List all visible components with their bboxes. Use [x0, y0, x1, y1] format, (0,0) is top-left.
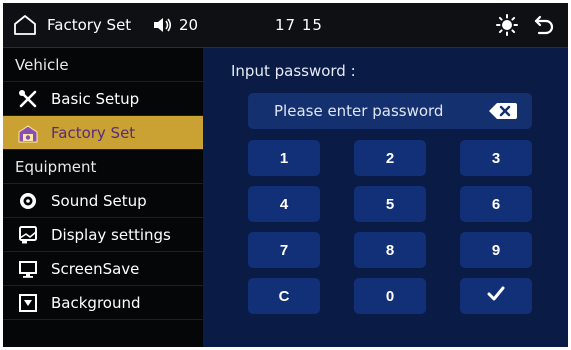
background-icon [17, 292, 39, 314]
keypad-key-3[interactable]: 3 [460, 140, 532, 176]
brightness-icon[interactable] [496, 3, 520, 47]
speaker-icon [17, 190, 39, 212]
keypad-key-1[interactable]: 1 [248, 140, 320, 176]
sidebar-item-factory-set[interactable]: Factory Set [3, 116, 203, 150]
sidebar-item-label: Background [51, 293, 141, 312]
sidebar-header-equipment: Equipment [3, 150, 203, 184]
password-field[interactable]: Please enter password [248, 93, 532, 129]
display-icon [17, 224, 39, 246]
sidebar-item-label: Factory Set [51, 123, 136, 142]
keypad-confirm-button[interactable] [460, 278, 532, 314]
password-placeholder: Please enter password [274, 102, 444, 120]
sidebar-item-label: Sound Setup [51, 191, 147, 210]
sidebar: Vehicle Basic Setup Factory Set Equipmen… [3, 48, 203, 347]
sidebar-item-screensave[interactable]: ScreenSave [3, 252, 203, 286]
backspace-icon[interactable] [488, 101, 518, 121]
keypad-key-clear[interactable]: C [248, 278, 320, 314]
keypad-key-8[interactable]: 8 [354, 232, 426, 268]
sidebar-item-label: Basic Setup [51, 89, 140, 108]
sidebar-item-sound-setup[interactable]: Sound Setup [3, 184, 203, 218]
keypad-key-5[interactable]: 5 [354, 186, 426, 222]
sidebar-header-label: Equipment [15, 157, 97, 176]
tools-icon [17, 88, 39, 110]
keypad-key-7[interactable]: 7 [248, 232, 320, 268]
checkmark-icon [487, 286, 505, 306]
keypad-key-4[interactable]: 4 [248, 186, 320, 222]
volume-icon[interactable] [153, 3, 175, 47]
sidebar-item-label: Display settings [51, 225, 171, 244]
volume-value: 20 [179, 16, 199, 34]
keypad-key-2[interactable]: 2 [354, 140, 426, 176]
factory-icon [17, 122, 39, 144]
clock: 17 15 [275, 16, 323, 34]
sidebar-item-basic-setup[interactable]: Basic Setup [3, 82, 203, 116]
sidebar-header-vehicle: Vehicle [3, 48, 203, 82]
keypad-key-6[interactable]: 6 [460, 186, 532, 222]
home-icon[interactable] [13, 3, 39, 47]
monitor-icon [17, 258, 39, 280]
sidebar-item-label: ScreenSave [51, 259, 140, 278]
screen: Factory Set 20 17 15 Vehicle Basic Setup… [3, 3, 568, 347]
keypad-key-9[interactable]: 9 [460, 232, 532, 268]
top-bar-title: Factory Set [47, 16, 132, 34]
sidebar-item-display-settings[interactable]: Display settings [3, 218, 203, 252]
top-bar: Factory Set 20 17 15 [3, 3, 568, 48]
sidebar-header-label: Vehicle [15, 55, 69, 74]
back-icon[interactable] [533, 3, 559, 47]
password-label: Input password : [231, 62, 356, 80]
sidebar-item-background[interactable]: Background [3, 286, 203, 320]
password-panel: Input password : Please enter password 1… [203, 48, 568, 347]
keypad-key-0[interactable]: 0 [354, 278, 426, 314]
